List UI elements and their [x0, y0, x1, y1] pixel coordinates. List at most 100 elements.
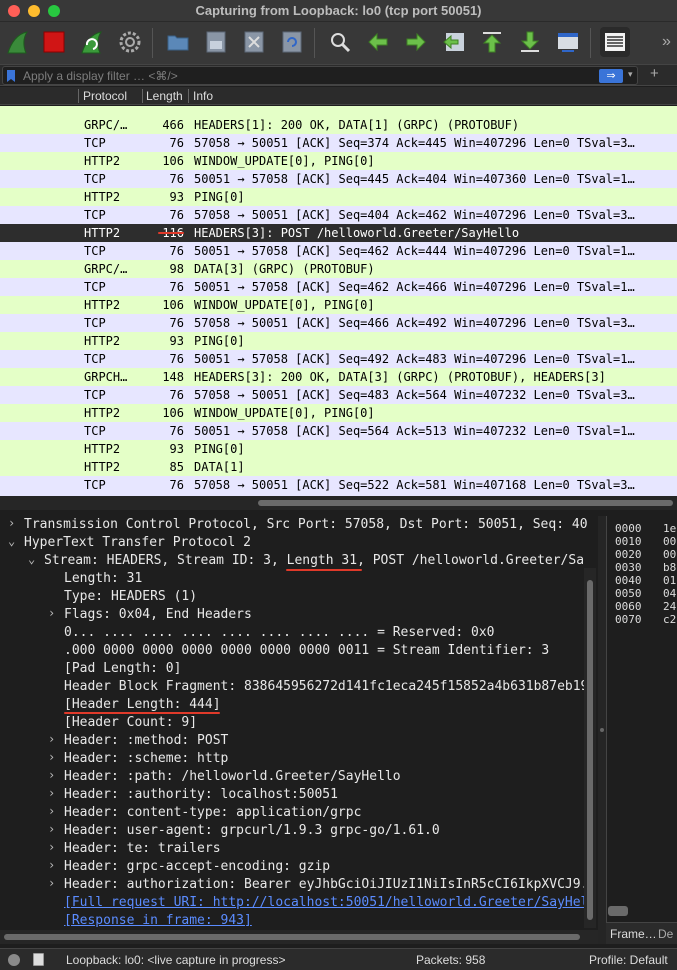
- bytes-row[interactable]: 0070 c2: [607, 613, 677, 626]
- packet-bytes[interactable]: 0000 1e 0010 00 0020 00 0030 b8 0040 01 0050 04 0060…: [606, 516, 677, 944]
- go-back-button[interactable]: [364, 28, 392, 56]
- detail-row[interactable]: › Header: user-agent: grpcurl/1.9.3 grpc-…: [0, 822, 598, 840]
- detail-row[interactable]: › Header: :authority: localhost:50051: [0, 786, 598, 804]
- tab-decoded[interactable]: De: [658, 927, 673, 941]
- detail-row[interactable]: Header Block Fragment: 838645956272d141f…: [0, 678, 598, 696]
- go-last-button[interactable]: [516, 28, 544, 56]
- packet-row[interactable]: HTTP2 106 WINDOW_UPDATE[0], PING[0]: [0, 152, 677, 170]
- packet-row[interactable]: HTTP2 85 DATA[1]: [0, 458, 677, 476]
- column-length[interactable]: Length: [146, 89, 186, 103]
- open-file-button[interactable]: [164, 28, 192, 56]
- bytes-row[interactable]: 0040 01: [607, 574, 677, 587]
- packet-row[interactable]: GRPCH… 148 HEADERS[3]: 200 OK, DATA[3] (GR…: [0, 368, 677, 386]
- save-file-button[interactable]: [202, 28, 230, 56]
- detail-row[interactable]: [Header Count: 9]: [0, 714, 598, 732]
- detail-row[interactable]: › Header: grpc-accept-encoding: gzip: [0, 858, 598, 876]
- bytes-row[interactable]: 0020 00: [607, 548, 677, 561]
- detail-row[interactable]: ⌄ HyperText Transfer Protocol 2: [0, 534, 598, 552]
- capture-comment-icon[interactable]: [33, 953, 44, 966]
- detail-row[interactable]: Length: 31: [0, 570, 598, 588]
- chevron-right-icon[interactable]: ›: [48, 858, 55, 872]
- packet-list-scrollbar[interactable]: [0, 496, 677, 510]
- reload-file-button[interactable]: [278, 28, 306, 56]
- start-capture-button[interactable]: [4, 28, 32, 56]
- capture-options-button[interactable]: [116, 28, 144, 56]
- details-scrollbar[interactable]: [584, 568, 596, 928]
- chevron-down-icon[interactable]: ⌄: [28, 552, 35, 566]
- details-hscrollbar[interactable]: [0, 930, 598, 944]
- stop-capture-button[interactable]: [40, 28, 68, 56]
- detail-row[interactable]: › Header: te: trailers: [0, 840, 598, 858]
- packet-row[interactable]: [0, 106, 677, 116]
- packet-row[interactable]: GRPC/… 466 HEADERS[1]: 200 OK, DATA[1] (GR…: [0, 116, 677, 134]
- packet-list[interactable]: GRPC/… 466 HEADERS[1]: 200 OK, DATA[1] (GR…: [0, 106, 677, 496]
- chevron-right-icon[interactable]: ›: [48, 876, 55, 890]
- detail-row[interactable]: 0... .... .... .... .... .... .... .... …: [0, 624, 598, 642]
- detail-row[interactable]: ⌄ Stream: HEADERS, Stream ID: 3, Length 3…: [0, 552, 598, 570]
- packet-row[interactable]: TCP 76 57058 → 50051 [ACK] Seq=522 Ack=581…: [0, 476, 677, 494]
- restart-capture-button[interactable]: [78, 28, 106, 56]
- go-to-packet-button[interactable]: [440, 28, 468, 56]
- chevron-right-icon[interactable]: ›: [48, 606, 55, 620]
- close-file-button[interactable]: [240, 28, 268, 56]
- detail-row[interactable]: › Header: :method: POST: [0, 732, 598, 750]
- status-profile[interactable]: Profile: Default: [589, 953, 668, 967]
- tab-frame[interactable]: Frame…: [610, 927, 657, 941]
- bytes-scrollbar[interactable]: [608, 906, 628, 916]
- detail-row[interactable]: › Transmission Control Protocol, Src Port…: [0, 516, 598, 534]
- detail-row[interactable]: › Flags: 0x04, End Headers: [0, 606, 598, 624]
- detail-row[interactable]: › Header: :path: /helloworld.Greeter/SayH…: [0, 768, 598, 786]
- chevron-right-icon[interactable]: ›: [48, 732, 55, 746]
- packet-row[interactable]: HTTP2 106 WINDOW_UPDATE[0], PING[0]: [0, 404, 677, 422]
- detail-row[interactable]: Type: HEADERS (1): [0, 588, 598, 606]
- find-packet-button[interactable]: [326, 28, 354, 56]
- packet-row[interactable]: TCP 76 57058 → 50051 [ACK] Seq=404 Ack=462…: [0, 206, 677, 224]
- apply-filter-button[interactable]: ⇒: [599, 69, 623, 83]
- packet-details[interactable]: › Transmission Control Protocol, Src Port…: [0, 516, 598, 930]
- chevron-right-icon[interactable]: ›: [48, 840, 55, 854]
- bytes-row[interactable]: 0050 04: [607, 587, 677, 600]
- packet-row[interactable]: TCP 76 57058 → 50051 [ACK] Seq=466 Ack=492…: [0, 314, 677, 332]
- chevron-down-icon[interactable]: ⌄: [8, 534, 15, 548]
- colorize-button[interactable]: [600, 27, 630, 57]
- packet-row[interactable]: TCP 76 50051 → 57058 [ACK] Seq=492 Ack=483…: [0, 350, 677, 368]
- column-info[interactable]: Info: [193, 89, 213, 103]
- bookmark-icon[interactable]: [7, 70, 15, 82]
- go-forward-button[interactable]: [402, 28, 430, 56]
- pane-splitter[interactable]: [598, 516, 606, 944]
- detail-row[interactable]: .000 0000 0000 0000 0000 0000 0000 0011 …: [0, 642, 598, 660]
- chevron-right-icon[interactable]: ›: [48, 750, 55, 764]
- packet-row[interactable]: TCP 76 50051 → 57058 [ACK] Seq=564 Ack=513…: [0, 422, 677, 440]
- chevron-down-icon[interactable]: ▾: [628, 69, 633, 80]
- bytes-row[interactable]: 0010 00: [607, 535, 677, 548]
- add-filter-button[interactable]: +: [650, 65, 659, 82]
- go-first-button[interactable]: [478, 28, 506, 56]
- toolbar-overflow-button[interactable]: »: [662, 33, 671, 51]
- detail-link[interactable]: [Full request URI: http://localhost:5005…: [0, 894, 598, 912]
- detail-link[interactable]: [Response in frame: 943]: [0, 912, 598, 930]
- packet-row[interactable]: HTTP2 106 WINDOW_UPDATE[0], PING[0]: [0, 296, 677, 314]
- bytes-row[interactable]: 0030 b8: [607, 561, 677, 574]
- packet-row[interactable]: HTTP2 93 PING[0]: [0, 332, 677, 350]
- detail-row[interactable]: › Header: content-type: application/grpc: [0, 804, 598, 822]
- packet-row[interactable]: TCP 76 50051 → 57058 [ACK] Seq=445 Ack=404…: [0, 170, 677, 188]
- autoscroll-button[interactable]: [554, 28, 582, 56]
- chevron-right-icon[interactable]: ›: [48, 768, 55, 782]
- bytes-row[interactable]: 0000 1e: [607, 522, 677, 535]
- packet-row[interactable]: TCP 76 50051 → 57058 [ACK] Seq=462 Ack=466…: [0, 278, 677, 296]
- detail-row[interactable]: › Header: authorization: Bearer eyJhbGciO…: [0, 876, 598, 894]
- packet-row[interactable]: HTTP2 93 PING[0]: [0, 188, 677, 206]
- packet-row-selected[interactable]: HTTP2116HEADERS[3]: POST /helloworld.Gre…: [0, 224, 677, 242]
- detail-row[interactable]: › Header: :scheme: http: [0, 750, 598, 768]
- detail-row[interactable]: [Pad Length: 0]: [0, 660, 598, 678]
- column-protocol[interactable]: Protocol: [83, 89, 127, 103]
- chevron-right-icon[interactable]: ›: [48, 786, 55, 800]
- chevron-right-icon[interactable]: ›: [48, 822, 55, 836]
- bytes-row[interactable]: 0060 24: [607, 600, 677, 613]
- packet-row[interactable]: TCP 76 50051 → 57058 [ACK] Seq=462 Ack=444…: [0, 242, 677, 260]
- packet-row[interactable]: HTTP2 93 PING[0]: [0, 440, 677, 458]
- expert-info-icon[interactable]: [8, 954, 20, 966]
- packet-row[interactable]: TCP 76 57058 → 50051 [ACK] Seq=374 Ack=445…: [0, 134, 677, 152]
- packet-row[interactable]: TCP 76 57058 → 50051 [ACK] Seq=483 Ack=564…: [0, 386, 677, 404]
- chevron-right-icon[interactable]: ›: [8, 516, 15, 530]
